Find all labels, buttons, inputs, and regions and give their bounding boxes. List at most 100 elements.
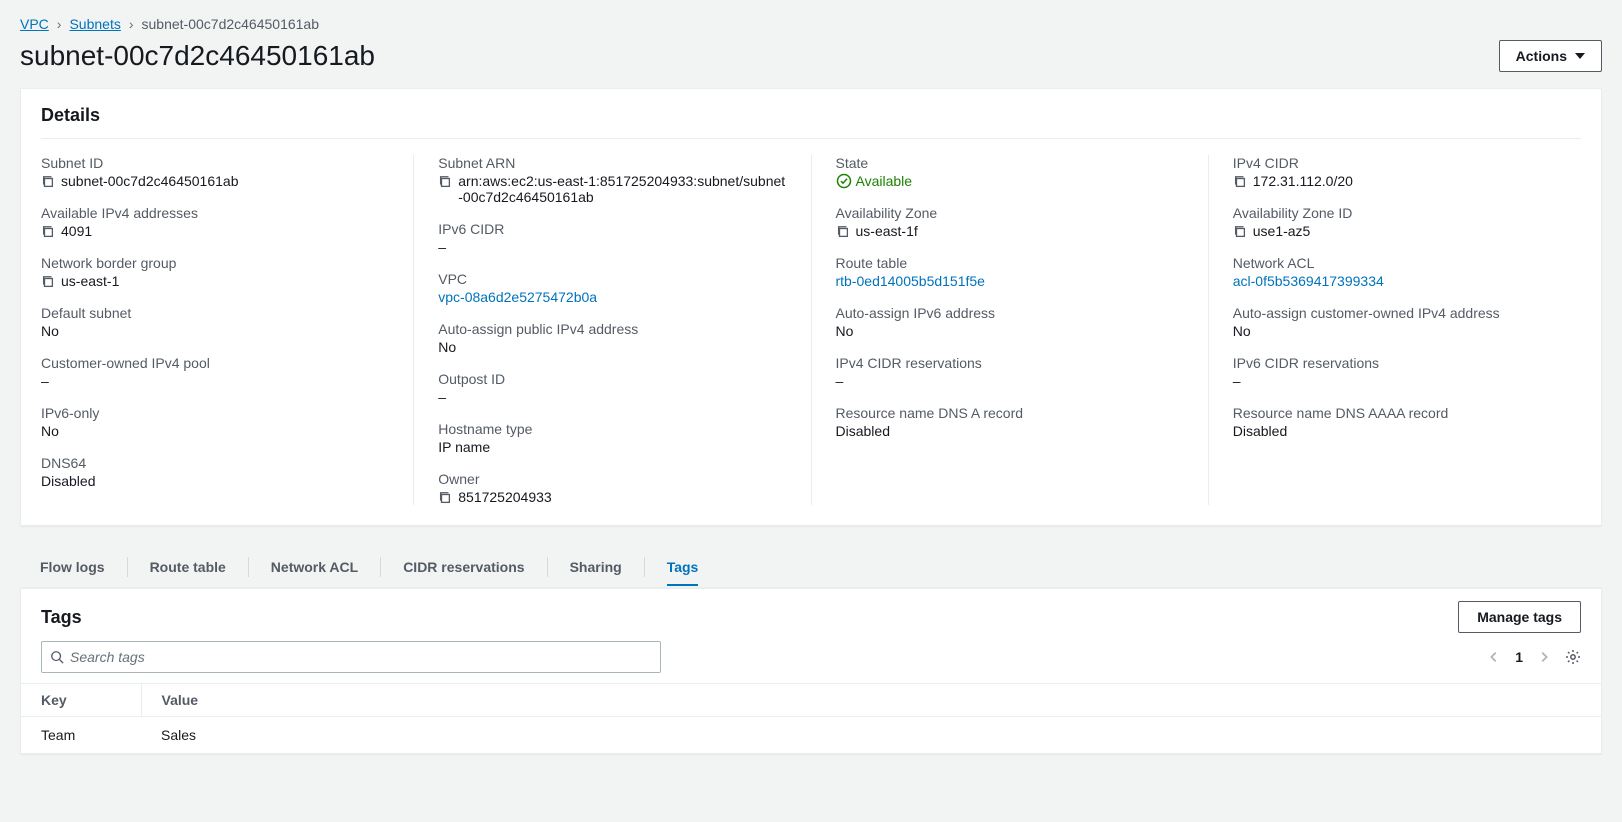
network-acl-link[interactable]: acl-0f5b5369417399334 bbox=[1233, 273, 1384, 289]
state-value: Available bbox=[856, 173, 913, 189]
network-acl-label: Network ACL bbox=[1233, 255, 1581, 271]
customer-owned-ipv4-pool-value: – bbox=[41, 373, 49, 389]
dns64-label: DNS64 bbox=[41, 455, 389, 471]
az-value: us-east-1f bbox=[856, 223, 918, 239]
auto-assign-public-ipv4-label: Auto-assign public IPv4 address bbox=[438, 321, 786, 337]
default-subnet-value: No bbox=[41, 323, 59, 339]
ipv6-only-label: IPv6-only bbox=[41, 405, 389, 421]
tabs: Flow logs Route table Network ACL CIDR r… bbox=[20, 546, 1602, 588]
outpost-id-label: Outpost ID bbox=[438, 371, 786, 387]
details-title: Details bbox=[41, 105, 1581, 126]
tab-cidr-reservations[interactable]: CIDR reservations bbox=[403, 549, 524, 585]
owner-label: Owner bbox=[438, 471, 786, 487]
copy-icon[interactable] bbox=[836, 225, 850, 239]
resource-dns-aaaa-label: Resource name DNS AAAA record bbox=[1233, 405, 1581, 421]
subnet-arn-label: Subnet ARN bbox=[438, 155, 786, 171]
subnet-id-value: subnet-00c7d2c46450161ab bbox=[61, 173, 239, 189]
breadcrumb: VPC › Subnets › subnet-00c7d2c46450161ab bbox=[20, 16, 1602, 32]
chevron-right-icon: › bbox=[129, 16, 134, 32]
tab-separator bbox=[380, 557, 381, 577]
az-label: Availability Zone bbox=[836, 205, 1184, 221]
search-tags-wrapper[interactable] bbox=[41, 641, 661, 673]
tab-network-acl[interactable]: Network ACL bbox=[271, 549, 358, 585]
auto-assign-ipv6-value: No bbox=[836, 323, 854, 339]
tab-separator bbox=[644, 557, 645, 577]
tags-col-value[interactable]: Value bbox=[141, 684, 1601, 717]
owner-value: 851725204933 bbox=[458, 489, 551, 505]
check-circle-icon bbox=[836, 173, 852, 189]
next-page-button[interactable] bbox=[1537, 650, 1551, 664]
tags-col-key[interactable]: Key bbox=[21, 684, 141, 717]
actions-button[interactable]: Actions bbox=[1499, 40, 1602, 72]
auto-assign-ipv6-label: Auto-assign IPv6 address bbox=[836, 305, 1184, 321]
auto-assign-customer-ipv4-value: No bbox=[1233, 323, 1251, 339]
az-id-value: use1-az5 bbox=[1253, 223, 1311, 239]
tab-sharing[interactable]: Sharing bbox=[570, 549, 622, 585]
search-tags-input[interactable] bbox=[70, 649, 652, 665]
copy-icon[interactable] bbox=[41, 175, 55, 189]
tab-separator bbox=[547, 557, 548, 577]
ipv4-cidr-value: 172.31.112.0/20 bbox=[1253, 173, 1353, 189]
customer-owned-ipv4-pool-label: Customer-owned IPv4 pool bbox=[41, 355, 389, 371]
copy-icon[interactable] bbox=[438, 491, 452, 505]
available-ipv4-value: 4091 bbox=[61, 223, 92, 239]
prev-page-button[interactable] bbox=[1487, 650, 1501, 664]
tab-tags[interactable]: Tags bbox=[667, 549, 699, 585]
pagination: 1 bbox=[1487, 649, 1581, 665]
auto-assign-public-ipv4-value: No bbox=[438, 339, 456, 355]
copy-icon[interactable] bbox=[438, 175, 452, 189]
tags-panel: Tags Manage tags 1 Key Value TeamSa bbox=[20, 588, 1602, 754]
outpost-id-value: – bbox=[438, 389, 446, 405]
dns64-value: Disabled bbox=[41, 473, 95, 489]
actions-button-label: Actions bbox=[1516, 48, 1567, 64]
tab-flow-logs[interactable]: Flow logs bbox=[40, 549, 105, 585]
ipv4-cidr-label: IPv4 CIDR bbox=[1233, 155, 1581, 171]
ipv6-cidr-reservations-value: – bbox=[1233, 373, 1241, 389]
default-subnet-label: Default subnet bbox=[41, 305, 389, 321]
subnet-id-label: Subnet ID bbox=[41, 155, 389, 171]
gear-icon[interactable] bbox=[1565, 649, 1581, 665]
ipv6-cidr-reservations-label: IPv6 CIDR reservations bbox=[1233, 355, 1581, 371]
page-title: subnet-00c7d2c46450161ab bbox=[20, 40, 375, 72]
status-badge: Available bbox=[836, 173, 913, 189]
tab-separator bbox=[127, 557, 128, 577]
auto-assign-customer-ipv4-label: Auto-assign customer-owned IPv4 address bbox=[1233, 305, 1581, 321]
hostname-type-value: IP name bbox=[438, 439, 490, 455]
tag-key: Team bbox=[21, 717, 141, 754]
tab-route-table[interactable]: Route table bbox=[150, 549, 226, 585]
caret-down-icon bbox=[1575, 53, 1585, 59]
ipv6-cidr-label: IPv6 CIDR bbox=[438, 221, 786, 237]
search-icon bbox=[50, 650, 64, 664]
tab-separator bbox=[248, 557, 249, 577]
copy-icon[interactable] bbox=[1233, 225, 1247, 239]
subnet-arn-value: arn:aws:ec2:us-east-1:851725204933:subne… bbox=[458, 173, 786, 205]
breadcrumb-subnets-link[interactable]: Subnets bbox=[69, 16, 120, 32]
ipv6-cidr-value: – bbox=[438, 239, 446, 255]
ipv4-cidr-reservations-label: IPv4 CIDR reservations bbox=[836, 355, 1184, 371]
network-border-group-label: Network border group bbox=[41, 255, 389, 271]
vpc-link[interactable]: vpc-08a6d2e5275472b0a bbox=[438, 289, 597, 305]
resource-dns-a-label: Resource name DNS A record bbox=[836, 405, 1184, 421]
tag-value: Sales bbox=[141, 717, 1601, 754]
page-number: 1 bbox=[1515, 649, 1523, 665]
table-row: TeamSales bbox=[21, 717, 1601, 754]
chevron-right-icon: › bbox=[57, 16, 62, 32]
route-table-link[interactable]: rtb-0ed14005b5d151f5e bbox=[836, 273, 985, 289]
manage-tags-button[interactable]: Manage tags bbox=[1458, 601, 1581, 633]
copy-icon[interactable] bbox=[41, 275, 55, 289]
vpc-label: VPC bbox=[438, 271, 786, 287]
ipv4-cidr-reservations-value: – bbox=[836, 373, 844, 389]
az-id-label: Availability Zone ID bbox=[1233, 205, 1581, 221]
breadcrumb-vpc-link[interactable]: VPC bbox=[20, 16, 49, 32]
hostname-type-label: Hostname type bbox=[438, 421, 786, 437]
ipv6-only-value: No bbox=[41, 423, 59, 439]
tags-table: Key Value TeamSales bbox=[21, 683, 1601, 753]
tags-title: Tags bbox=[41, 607, 82, 628]
network-border-group-value: us-east-1 bbox=[61, 273, 119, 289]
available-ipv4-label: Available IPv4 addresses bbox=[41, 205, 389, 221]
route-table-label: Route table bbox=[836, 255, 1184, 271]
copy-icon[interactable] bbox=[41, 225, 55, 239]
breadcrumb-current: subnet-00c7d2c46450161ab bbox=[142, 16, 320, 32]
copy-icon[interactable] bbox=[1233, 175, 1247, 189]
resource-dns-aaaa-value: Disabled bbox=[1233, 423, 1287, 439]
